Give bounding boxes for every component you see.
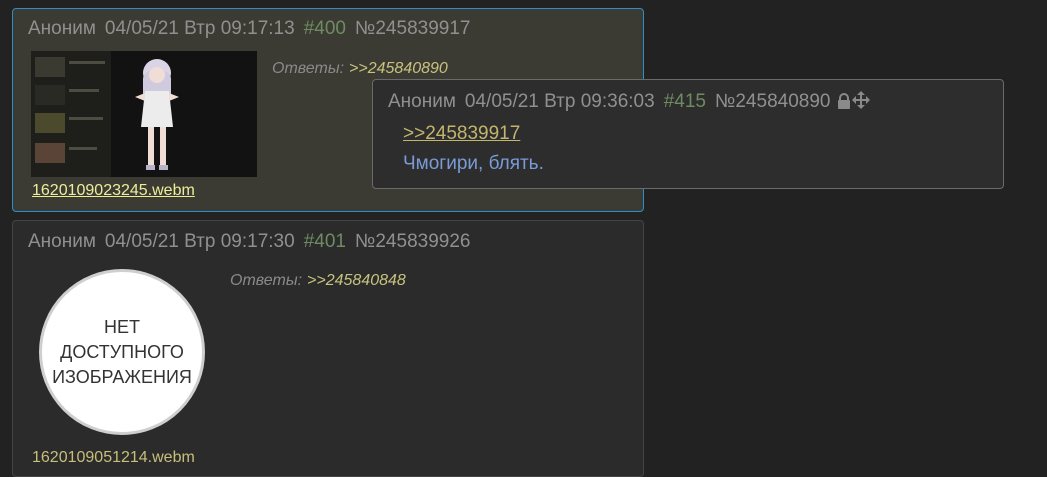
post-id-link[interactable]: №245839926 bbox=[355, 231, 470, 252]
thumbnail-screen-panel bbox=[31, 51, 111, 177]
video-thumbnail[interactable] bbox=[31, 51, 257, 177]
post-replies: Ответы: >>245840890 bbox=[272, 60, 448, 78]
replies-label: Ответы: bbox=[272, 60, 345, 77]
move-icon[interactable] bbox=[852, 91, 871, 109]
reply-link[interactable]: >>245840890 bbox=[349, 60, 448, 77]
post-number-link[interactable]: #400 bbox=[304, 18, 346, 39]
post-preview-popup: Аноним 04/05/21 Втр 09:36:03 #415 №24584089… bbox=[372, 79, 1004, 189]
post-author: Аноним bbox=[28, 18, 96, 39]
file-link[interactable]: 1620109023245.webm bbox=[32, 182, 195, 200]
post-245839926: Аноним 04/05/21 Втр 09:17:30 #401 №24583992… bbox=[12, 220, 644, 477]
popup-controls bbox=[836, 91, 871, 115]
post-author: Аноним bbox=[388, 91, 456, 112]
post-number-link[interactable]: #415 bbox=[664, 91, 706, 112]
no-image-text: НЕТ ДОСТУПНОГО ИЗОБРАЖЕНИЯ bbox=[52, 316, 192, 387]
post-id-link[interactable]: №245839917 bbox=[355, 18, 470, 39]
popup-header: Аноним 04/05/21 Втр 09:36:03 #415 №24584089… bbox=[388, 91, 879, 115]
thread-page: Аноним 04/05/21 Втр 09:17:13 #400 №24583991… bbox=[0, 0, 1047, 477]
replies-label: Ответы: bbox=[230, 272, 303, 289]
post-number-link[interactable]: #401 bbox=[304, 231, 346, 252]
post-author: Аноним bbox=[28, 231, 96, 252]
file-link[interactable]: 1620109051214.webm bbox=[32, 449, 195, 467]
lock-icon[interactable] bbox=[836, 93, 852, 109]
reply-link[interactable]: >>245840848 bbox=[307, 272, 406, 289]
quote-link[interactable]: >>245839917 bbox=[403, 123, 520, 145]
anime-girl-image bbox=[135, 59, 179, 170]
post-id-link[interactable]: №245840890 bbox=[715, 91, 830, 112]
post-replies: Ответы: >>245840848 bbox=[230, 272, 406, 290]
no-image-thumbnail[interactable]: НЕТ ДОСТУПНОГО ИЗОБРАЖЕНИЯ bbox=[39, 269, 205, 435]
post-date: 04/05/21 Втр 09:36:03 bbox=[464, 91, 655, 112]
post-message: Чмогири, блять. bbox=[403, 153, 544, 174]
post-date: 04/05/21 Втр 09:17:30 bbox=[104, 231, 295, 252]
post-date: 04/05/21 Втр 09:17:13 bbox=[104, 18, 295, 39]
post-header: Аноним 04/05/21 Втр 09:17:13 #400 №24583991… bbox=[28, 18, 479, 40]
post-header: Аноним 04/05/21 Втр 09:17:30 #401 №24583992… bbox=[28, 231, 479, 253]
